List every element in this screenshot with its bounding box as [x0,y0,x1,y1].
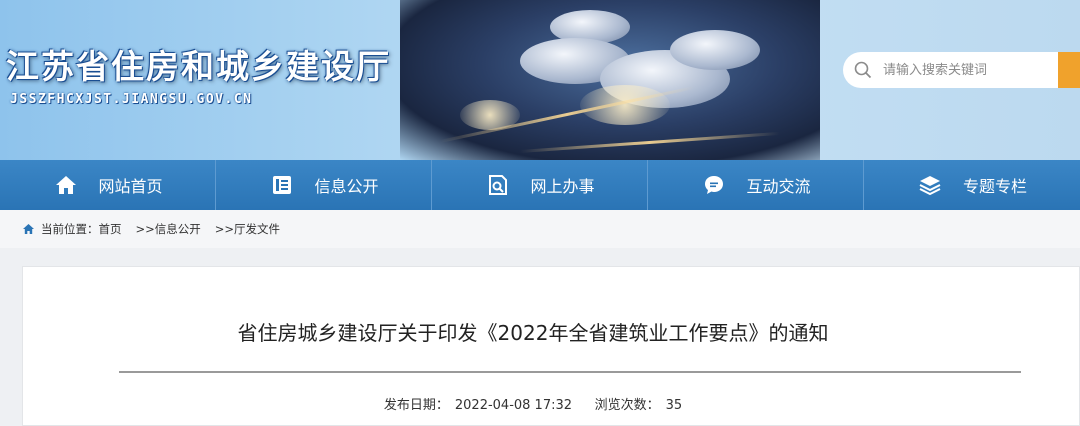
search-box [843,52,1080,88]
article-meta: 发布日期： 2022-04-08 17:32 浏览次数： 35 [23,394,1043,413]
breadcrumb: 当前位置： 首页 >>信息公开 >>厅发文件 [0,210,1080,248]
breadcrumb-documents[interactable]: >>厅发文件 [215,221,280,237]
document-icon [269,172,295,198]
nav-item-info[interactable]: 信息公开 [216,160,433,210]
nav-item-label: 网上办事 [530,177,595,196]
chat-icon [701,172,727,198]
location-icon [22,223,35,235]
breadcrumb-info[interactable]: >>信息公开 [136,221,201,237]
article-title: 省住房城乡建设厅关于印发《2022年全省建筑业工作要点》的通知 [237,321,829,345]
search-button[interactable] [1058,52,1080,88]
breadcrumb-prefix: 当前位置： [41,222,99,236]
publish-date: 2022-04-08 17:32 [454,398,573,413]
nav-item-services[interactable]: 网上办事 [432,160,649,210]
layers-icon [917,172,943,198]
article-panel: 省住房城乡建设厅关于印发《2022年全省建筑业工作要点》的通知 发布日期： 202… [22,266,1080,426]
nav-item-label: 互动交流 [746,177,811,196]
banner-photo [400,0,820,160]
title-divider [119,371,1021,373]
search-icon[interactable] [843,52,883,88]
search-input[interactable] [883,55,1048,85]
nav-item-label: 信息公开 [314,177,379,196]
nav-item-interaction[interactable]: 互动交流 [648,160,865,210]
views-count: 35 [665,398,683,413]
breadcrumb-home[interactable]: 首页 [99,221,122,237]
search-doc-icon [485,172,511,198]
nav-item-topics[interactable]: 专题专栏 [864,160,1080,210]
main-nav: 网站首页 信息公开 网上办事 互动交流 专题专栏 [0,160,1080,210]
site-domain: JSSZFHCXJST.JIANGSU.GOV.CN [10,92,253,107]
nav-item-label: 网站首页 [98,177,163,196]
views-label: 浏览次数： [594,398,660,413]
site-title: 江苏省住房和城乡建设厅 [6,47,391,86]
header-banner: 江苏省住房和城乡建设厅 JSSZFHCXJST.JIANGSU.GOV.CN [0,0,1080,160]
home-icon [53,172,79,198]
publish-label: 发布日期： [383,398,449,413]
nav-item-label: 专题专栏 [963,177,1028,196]
nav-item-home[interactable]: 网站首页 [0,160,217,210]
